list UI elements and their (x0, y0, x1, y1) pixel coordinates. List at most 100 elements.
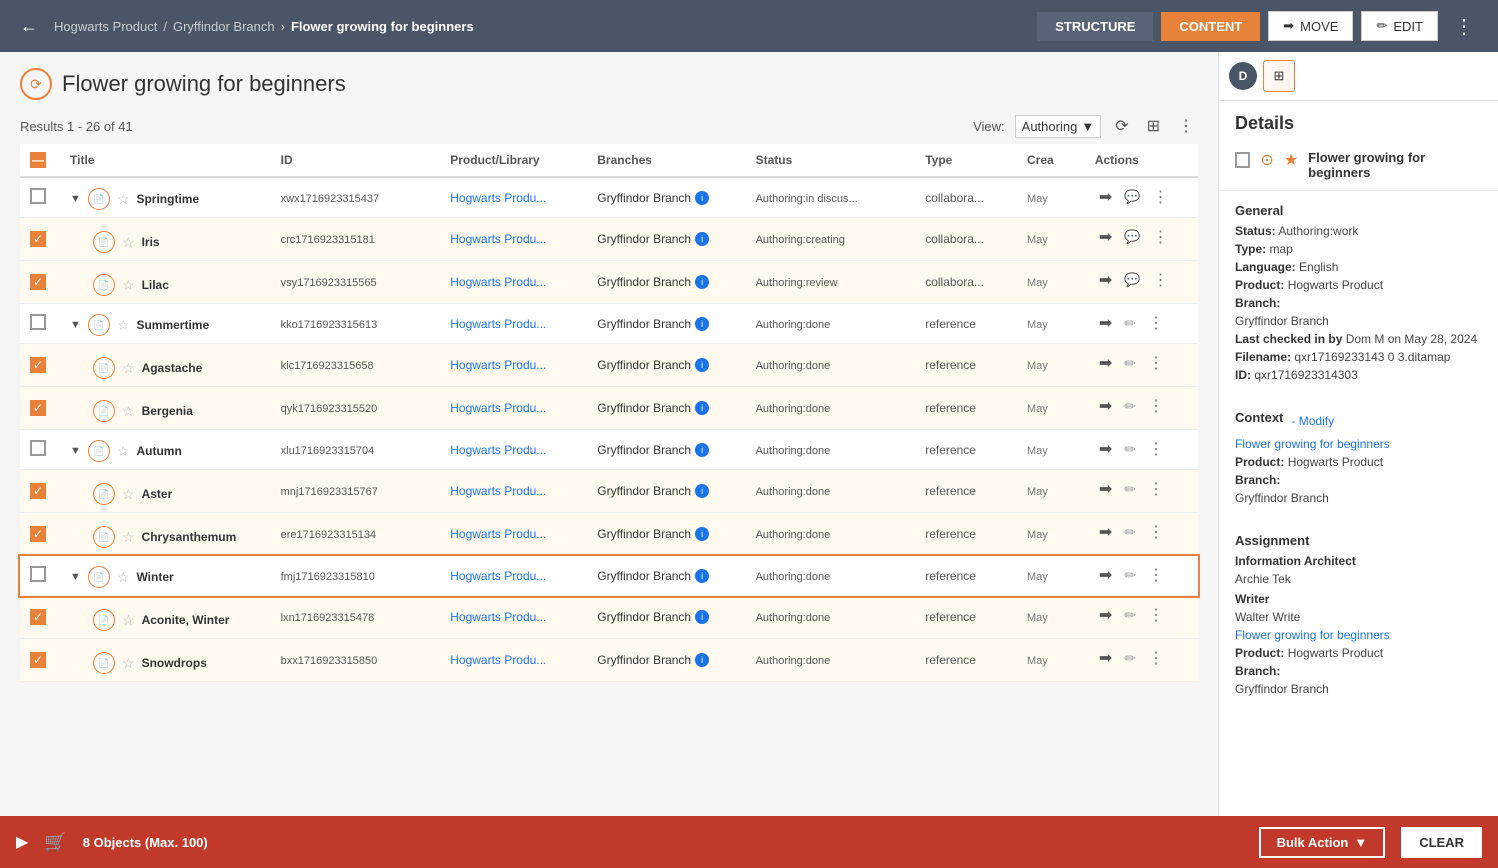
row-move-button[interactable]: ➡ (1095, 185, 1116, 209)
item-checkbox[interactable] (1235, 152, 1250, 168)
row-move-button[interactable]: ➡ (1095, 351, 1116, 375)
star-button[interactable]: ☆ (117, 191, 130, 208)
row-edit-button[interactable]: ✏ (1120, 605, 1140, 626)
star-button[interactable]: ☆ (122, 403, 135, 420)
star-button[interactable]: ☆ (122, 234, 135, 251)
row-more-button[interactable]: ⋮ (1144, 394, 1168, 418)
row-product[interactable]: Hogwarts Produ... (450, 443, 546, 457)
row-move-button[interactable]: ➡ (1095, 603, 1116, 627)
row-checkbox[interactable] (30, 440, 46, 456)
refresh-button[interactable]: ⟳ (1111, 114, 1132, 138)
row-edit-button[interactable]: ✏ (1120, 313, 1140, 334)
edit-button[interactable]: ✏ EDIT (1361, 11, 1438, 41)
row-checkbox[interactable] (30, 566, 46, 582)
star-button[interactable]: ☆ (122, 486, 135, 503)
row-move-button[interactable]: ➡ (1095, 437, 1116, 461)
row-more-button[interactable]: ⋮ (1148, 185, 1172, 209)
row-edit-button[interactable]: ✏ (1120, 439, 1140, 460)
star-button[interactable]: ☆ (117, 569, 130, 586)
row-product[interactable]: Hogwarts Produ... (450, 191, 546, 205)
item-star-icon[interactable]: ★ (1284, 150, 1298, 170)
context-map-anchor[interactable]: Flower growing for beginners (1235, 437, 1390, 451)
star-button[interactable]: ☆ (122, 360, 135, 377)
row-checkbox[interactable]: ✓ (30, 483, 46, 499)
row-more-button[interactable]: ⋮ (1144, 311, 1168, 335)
star-button[interactable]: ☆ (122, 655, 135, 672)
expand-button[interactable]: ▼ (70, 445, 81, 457)
branch-info-icon[interactable]: i (695, 569, 709, 583)
expand-button[interactable]: ▼ (70, 571, 81, 583)
view-select[interactable]: Authoring ▼ (1015, 115, 1102, 138)
more-options-button[interactable]: ⋮ (1446, 10, 1482, 43)
row-move-button[interactable]: ➡ (1095, 477, 1116, 501)
select-all-checkbox[interactable]: — (30, 152, 46, 168)
row-edit-button[interactable]: ✏ (1120, 565, 1140, 586)
row-more-button[interactable]: ⋮ (1144, 477, 1168, 501)
row-edit-button[interactable]: ✏ (1120, 648, 1140, 669)
branch-info-icon[interactable]: i (695, 443, 709, 457)
row-move-button[interactable]: ➡ (1095, 646, 1116, 670)
row-product[interactable]: Hogwarts Produ... (450, 401, 546, 415)
row-checkbox[interactable]: ✓ (30, 652, 46, 668)
row-product[interactable]: Hogwarts Produ... (450, 358, 546, 372)
breadcrumb-branch[interactable]: Gryffindor Branch (173, 19, 275, 34)
writer-map-anchor[interactable]: Flower growing for beginners (1235, 628, 1390, 642)
row-more-button[interactable]: ⋮ (1144, 563, 1168, 587)
more-toolbar-button[interactable]: ⋮ (1174, 114, 1198, 138)
branch-info-icon[interactable]: i (695, 527, 709, 541)
clear-button[interactable]: CLEAR (1401, 827, 1482, 858)
move-button[interactable]: ➡ MOVE (1268, 11, 1353, 41)
content-tab-button[interactable]: CONTENT (1161, 12, 1260, 41)
star-button[interactable]: ☆ (122, 277, 135, 294)
branch-info-icon[interactable]: i (695, 610, 709, 624)
branch-info-icon[interactable]: i (695, 401, 709, 415)
row-more-button[interactable]: ⋮ (1144, 437, 1168, 461)
branch-info-icon[interactable]: i (695, 484, 709, 498)
star-button[interactable]: ☆ (122, 612, 135, 629)
branch-info-icon[interactable]: i (695, 317, 709, 331)
panel-tab-icon[interactable]: ⊞ (1263, 60, 1295, 92)
branch-info-icon[interactable]: i (695, 191, 709, 205)
row-comment-button[interactable]: 💬 (1120, 187, 1144, 207)
row-edit-button[interactable]: ✏ (1120, 522, 1140, 543)
row-checkbox[interactable]: ✓ (30, 357, 46, 373)
branch-info-icon[interactable]: i (695, 358, 709, 372)
row-checkbox[interactable] (30, 314, 46, 330)
row-move-button[interactable]: ➡ (1095, 520, 1116, 544)
row-more-button[interactable]: ⋮ (1148, 268, 1172, 292)
row-move-button[interactable]: ➡ (1095, 311, 1116, 335)
star-button[interactable]: ☆ (117, 317, 130, 334)
row-product[interactable]: Hogwarts Produ... (450, 232, 546, 246)
row-checkbox[interactable] (30, 188, 46, 204)
row-more-button[interactable]: ⋮ (1144, 603, 1168, 627)
breadcrumb-root[interactable]: Hogwarts Product (54, 19, 157, 34)
columns-button[interactable]: ⊞ (1143, 114, 1164, 138)
row-comment-button[interactable]: 💬 (1120, 227, 1144, 247)
row-checkbox[interactable]: ✓ (30, 274, 46, 290)
branch-info-icon[interactable]: i (695, 653, 709, 667)
row-more-button[interactable]: ⋮ (1144, 520, 1168, 544)
branch-info-icon[interactable]: i (695, 232, 709, 246)
context-modify-link[interactable]: - Modify (1291, 414, 1334, 428)
row-checkbox[interactable]: ✓ (30, 609, 46, 625)
row-product[interactable]: Hogwarts Produ... (450, 569, 546, 583)
row-product[interactable]: Hogwarts Produ... (450, 275, 546, 289)
star-button[interactable]: ☆ (117, 443, 130, 460)
row-product[interactable]: Hogwarts Produ... (450, 484, 546, 498)
row-move-button[interactable]: ➡ (1095, 268, 1116, 292)
row-product[interactable]: Hogwarts Produ... (450, 527, 546, 541)
row-more-button[interactable]: ⋮ (1144, 351, 1168, 375)
row-move-button[interactable]: ➡ (1095, 563, 1116, 587)
expand-button[interactable]: ▼ (70, 193, 81, 205)
structure-tab-button[interactable]: STRUCTURE (1037, 12, 1153, 41)
row-product[interactable]: Hogwarts Produ... (450, 610, 546, 624)
branch-info-icon[interactable]: i (695, 275, 709, 289)
row-more-button[interactable]: ⋮ (1148, 225, 1172, 249)
row-comment-button[interactable]: 💬 (1120, 270, 1144, 290)
row-checkbox[interactable]: ✓ (30, 526, 46, 542)
row-edit-button[interactable]: ✏ (1120, 396, 1140, 417)
back-button[interactable]: ← (16, 12, 42, 41)
row-move-button[interactable]: ➡ (1095, 394, 1116, 418)
row-move-button[interactable]: ➡ (1095, 225, 1116, 249)
row-product[interactable]: Hogwarts Produ... (450, 317, 546, 331)
